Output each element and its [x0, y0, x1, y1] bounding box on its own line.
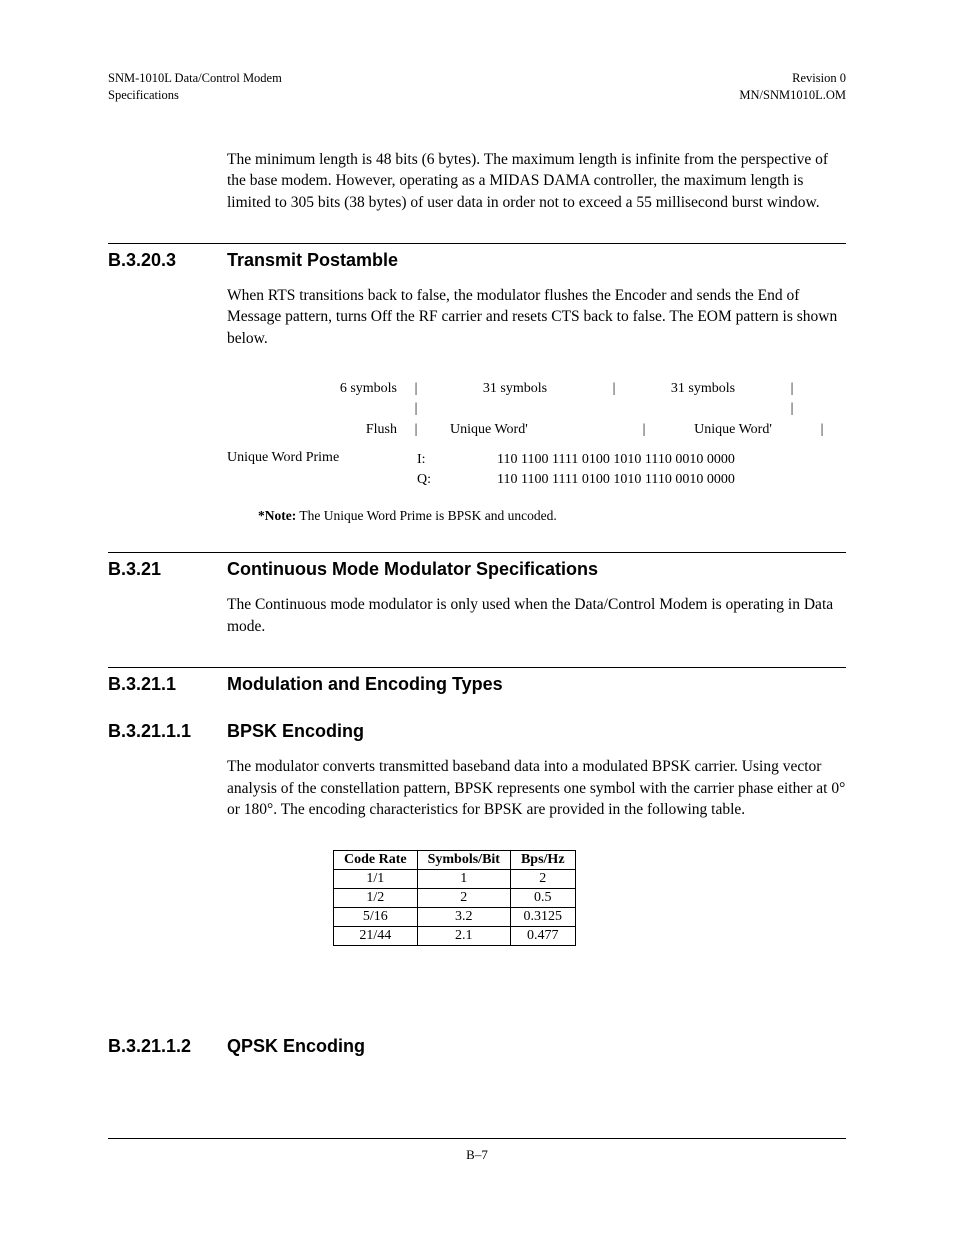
note-label: *Note:	[258, 508, 296, 523]
diagram-row-labels: Flush | Unique Word' | Unique Word' |	[227, 420, 846, 440]
section-rule	[108, 552, 846, 553]
header-right: Revision 0 MN/SNM1010L.OM	[739, 70, 846, 104]
heading-number: B.3.21.1.2	[108, 1036, 227, 1057]
bpsk-encoding-table: Code Rate Symbols/Bit Bps/Hz 1/1 1 2 1/2…	[333, 850, 576, 946]
diagram-cell: 6 symbols	[227, 379, 412, 399]
diagram-cell: 31 symbols	[420, 379, 610, 399]
page-number: B–7	[466, 1147, 488, 1162]
heading-title: BPSK Encoding	[227, 721, 364, 742]
uw-prime-label: Unique Word Prime	[227, 450, 407, 491]
diagram-row-symbols: 6 symbols | 31 symbols | 31 symbols |	[227, 379, 846, 399]
table-header-row: Code Rate Symbols/Bit Bps/Hz	[334, 851, 576, 870]
q-label: Q:	[417, 470, 497, 490]
intro-paragraph: The minimum length is 48 bits (6 bytes).…	[227, 149, 846, 213]
q-bits: 110 1100 1111 0100 1010 1110 0010 0000	[497, 470, 735, 490]
header-revision: Revision 0	[739, 70, 846, 87]
diagram-row-spacer: | |	[227, 399, 846, 419]
cell-bps-hz: 0.477	[510, 927, 575, 946]
iq-bits: 110 1100 1111 0100 1010 1110 0010 0000 1…	[497, 450, 735, 491]
table-row: 1/2 2 0.5	[334, 889, 576, 908]
cell-code-rate: 1/1	[334, 870, 418, 889]
heading-number: B.3.21	[108, 559, 227, 580]
uw-prime-note: *Note: The Unique Word Prime is BPSK and…	[258, 508, 846, 524]
heading-title: Modulation and Encoding Types	[227, 674, 503, 695]
table-row: 5/16 3.2 0.3125	[334, 908, 576, 927]
heading-transmit-postamble: B.3.20.3 Transmit Postamble	[108, 250, 846, 271]
col-header: Code Rate	[334, 851, 418, 870]
eom-pattern-diagram: 6 symbols | 31 symbols | 31 symbols | | …	[227, 379, 846, 440]
col-header: Symbols/Bit	[417, 851, 510, 870]
table-row: 1/1 1 2	[334, 870, 576, 889]
col-header: Bps/Hz	[510, 851, 575, 870]
cell-symbols-bit: 2.1	[417, 927, 510, 946]
header-section: Specifications	[108, 87, 282, 104]
table-row: 21/44 2.1 0.477	[334, 927, 576, 946]
section-rule	[108, 243, 846, 244]
unique-word-prime-block: Unique Word Prime I: Q: 110 1100 1111 01…	[227, 450, 846, 491]
postamble-paragraph: When RTS transitions back to false, the …	[227, 285, 846, 349]
bpsk-paragraph: The modulator converts transmitted baseb…	[227, 756, 846, 820]
cell-symbols-bit: 3.2	[417, 908, 510, 927]
i-bits: 110 1100 1111 0100 1010 1110 0010 0000	[497, 450, 735, 470]
iq-labels: I: Q:	[407, 450, 497, 491]
heading-number: B.3.21.1.1	[108, 721, 227, 742]
document-page: SNM-1010L Data/Control Modem Specificati…	[0, 0, 954, 1235]
cell-bps-hz: 2	[510, 870, 575, 889]
diagram-cell: Unique Word'	[648, 420, 818, 440]
heading-title: Transmit Postamble	[227, 250, 398, 271]
header-manual-id: MN/SNM1010L.OM	[739, 87, 846, 104]
cell-symbols-bit: 2	[417, 889, 510, 908]
section-rule	[108, 667, 846, 668]
header-doc-title: SNM-1010L Data/Control Modem	[108, 70, 282, 87]
running-header: SNM-1010L Data/Control Modem Specificati…	[108, 70, 846, 104]
heading-title: Continuous Mode Modulator Specifications	[227, 559, 598, 580]
cell-bps-hz: 0.5	[510, 889, 575, 908]
diagram-cell: Flush	[227, 420, 412, 440]
cell-code-rate: 5/16	[334, 908, 418, 927]
note-text: The Unique Word Prime is BPSK and uncode…	[296, 508, 557, 523]
i-label: I:	[417, 450, 497, 470]
heading-title: QPSK Encoding	[227, 1036, 365, 1057]
cell-symbols-bit: 1	[417, 870, 510, 889]
heading-number: B.3.20.3	[108, 250, 227, 271]
header-left: SNM-1010L Data/Control Modem Specificati…	[108, 70, 282, 104]
cell-bps-hz: 0.3125	[510, 908, 575, 927]
heading-bpsk-encoding: B.3.21.1.1 BPSK Encoding	[108, 721, 846, 742]
page-footer: B–7	[108, 1138, 846, 1163]
heading-qpsk-encoding: B.3.21.1.2 QPSK Encoding	[108, 1036, 846, 1057]
heading-number: B.3.21.1	[108, 674, 227, 695]
diagram-cell: 31 symbols	[618, 379, 788, 399]
cell-code-rate: 21/44	[334, 927, 418, 946]
heading-continuous-mode: B.3.21 Continuous Mode Modulator Specifi…	[108, 559, 846, 580]
cell-code-rate: 1/2	[334, 889, 418, 908]
continuous-mode-paragraph: The Continuous mode modulator is only us…	[227, 594, 846, 637]
diagram-cell: Unique Word'	[420, 420, 640, 440]
heading-modulation-encoding: B.3.21.1 Modulation and Encoding Types	[108, 674, 846, 695]
